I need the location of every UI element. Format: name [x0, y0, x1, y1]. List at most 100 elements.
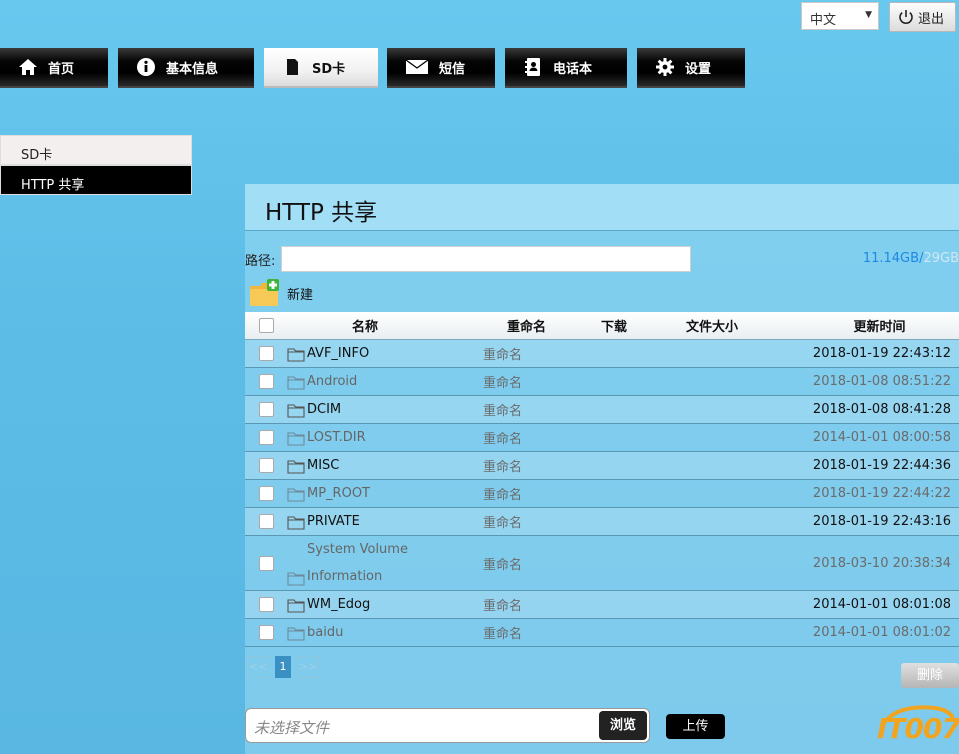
nav-item-sd-card[interactable]: SD卡	[264, 48, 378, 88]
watermark-logo: IT007	[873, 702, 959, 750]
rename-link[interactable]: 重命名	[483, 554, 583, 573]
browse-button[interactable]: 浏览	[599, 711, 647, 740]
folder-name-link[interactable]: DCIM	[307, 402, 341, 417]
updated-time: 2018-01-08 08:41:28	[812, 402, 951, 417]
folder-name-link[interactable]: MISC	[307, 458, 339, 473]
new-folder-label: 新建	[287, 287, 314, 303]
table-header: 名称 重命名 下载 文件大小 更新时间	[245, 312, 959, 340]
rename-link[interactable]: 重命名	[483, 456, 583, 475]
sidebar-item-sd-card[interactable]: SD卡	[0, 135, 192, 165]
nav-item-sms[interactable]: 短信	[387, 48, 495, 88]
table-row: DCIM 重命名 2018-01-08 08:41:28	[245, 396, 959, 424]
folder-icon	[287, 459, 305, 474]
folder-name-link[interactable]: Android	[307, 374, 357, 389]
folder-icon	[287, 626, 305, 641]
http-share-panel: HTTP 共享 路径: 11.14GB/29GB 新建 名称 重命名 下载 文件…	[245, 184, 959, 754]
row-checkbox[interactable]	[258, 555, 274, 571]
dropdown-arrow-icon: ▼	[865, 10, 872, 20]
gear-icon	[656, 58, 674, 76]
rename-link[interactable]: 重命名	[483, 400, 583, 419]
folder-icon	[287, 572, 305, 586]
row-checkbox[interactable]	[258, 346, 274, 361]
rename-link[interactable]: 重命名	[483, 512, 583, 531]
new-folder-icon	[250, 279, 279, 306]
updated-time: 2018-01-08 08:51:22	[812, 374, 951, 389]
column-header-download: 下载	[601, 320, 628, 335]
row-checkbox[interactable]	[258, 486, 274, 501]
nav-item-basic-info[interactable]: 基本信息	[118, 48, 254, 88]
rename-link[interactable]: 重命名	[483, 484, 583, 503]
rename-link[interactable]: 重命名	[483, 623, 583, 642]
home-icon	[19, 59, 37, 75]
row-checkbox[interactable]	[258, 625, 274, 640]
storage-total: 29GB	[923, 251, 959, 266]
updated-time: 2014-01-01 08:01:02	[812, 625, 951, 640]
rename-link[interactable]: 重命名	[483, 595, 583, 614]
column-header-name: 名称	[351, 320, 378, 335]
row-checkbox[interactable]	[258, 402, 274, 417]
language-select[interactable]: 中文 ▼	[801, 2, 879, 30]
folder-name-link[interactable]: System Volume Information	[307, 536, 477, 590]
info-icon	[137, 58, 155, 76]
logout-button[interactable]: 退出	[889, 2, 956, 32]
phonebook-icon	[525, 58, 540, 76]
sd-card-icon	[287, 59, 298, 75]
folder-name-link[interactable]: PRIVATE	[307, 514, 360, 529]
nav-item-settings[interactable]: 设置	[637, 48, 745, 88]
row-checkbox[interactable]	[258, 514, 274, 529]
folder-icon	[287, 347, 305, 362]
folder-icon	[287, 431, 305, 446]
folder-icon	[287, 487, 305, 502]
envelope-icon	[405, 59, 429, 74]
nav-item-label: 设置	[685, 61, 712, 77]
updated-time: 2018-01-19 22:44:36	[812, 458, 951, 473]
table-row: MP_ROOT 重命名 2018-01-19 22:44:22	[245, 480, 959, 508]
storage-usage: 11.14GB/29GB	[863, 251, 959, 266]
nav-item-label: 电话本	[553, 61, 593, 77]
watermark-text: IT007	[877, 712, 959, 745]
table-row: PRIVATE 重命名 2018-01-19 22:43:16	[245, 508, 959, 536]
updated-time: 2014-01-01 08:01:08	[812, 597, 951, 612]
updated-time: 2014-01-01 08:00:58	[812, 430, 951, 445]
column-header-updated: 更新时间	[853, 320, 906, 335]
pager-prev-button[interactable]: <<	[247, 656, 269, 678]
row-checkbox[interactable]	[258, 374, 274, 389]
rename-link[interactable]: 重命名	[483, 344, 583, 363]
pager-page-button[interactable]: 1	[275, 656, 291, 678]
power-icon	[899, 10, 913, 24]
rename-link[interactable]: 重命名	[483, 428, 583, 447]
row-checkbox[interactable]	[258, 597, 274, 612]
folder-name-link[interactable]: baidu	[307, 625, 343, 640]
pager-next-button[interactable]: >>	[297, 656, 319, 678]
folder-name-link[interactable]: MP_ROOT	[307, 486, 370, 501]
table-row: AVF_INFO 重命名 2018-01-19 22:43:12	[245, 340, 959, 368]
row-checkbox[interactable]	[258, 458, 274, 473]
nav-item-phonebook[interactable]: 电话本	[505, 48, 627, 88]
folder-name-link[interactable]: LOST.DIR	[307, 430, 366, 445]
new-folder-button[interactable]: 新建	[249, 278, 313, 308]
file-chooser[interactable]: 未选择文件 浏览	[245, 708, 650, 743]
updated-time: 2018-03-10 20:38:34	[812, 555, 951, 571]
folder-name-link[interactable]: WM_Edog	[307, 597, 370, 612]
folder-icon	[287, 598, 305, 613]
file-table: 名称 重命名 下载 文件大小 更新时间 AVF_INFO 重命名 2018-01…	[245, 312, 959, 647]
row-checkbox[interactable]	[258, 430, 274, 445]
delete-button[interactable]: 删除	[901, 663, 959, 688]
sidebar: SD卡 HTTP 共享	[0, 135, 192, 195]
nav-item-home[interactable]: 首页	[0, 48, 108, 88]
upload-button[interactable]: 上传	[666, 714, 725, 739]
updated-time: 2018-01-19 22:43:16	[812, 514, 951, 529]
rename-link[interactable]: 重命名	[483, 372, 583, 391]
folder-name-link[interactable]: AVF_INFO	[307, 346, 369, 361]
nav-item-label: 基本信息	[166, 61, 219, 77]
path-label: 路径:	[245, 254, 276, 269]
nav-item-label: 短信	[439, 61, 466, 77]
sidebar-item-http-share[interactable]: HTTP 共享	[0, 165, 192, 195]
table-row: LOST.DIR 重命名 2014-01-01 08:00:58	[245, 424, 959, 452]
select-all-checkbox[interactable]	[258, 318, 274, 333]
column-header-rename: 重命名	[507, 320, 547, 335]
table-row: baidu 重命名 2014-01-01 08:01:02	[245, 619, 959, 647]
path-input[interactable]	[281, 246, 691, 272]
page-title: HTTP 共享	[245, 184, 959, 231]
updated-time: 2018-01-19 22:44:22	[812, 486, 951, 501]
